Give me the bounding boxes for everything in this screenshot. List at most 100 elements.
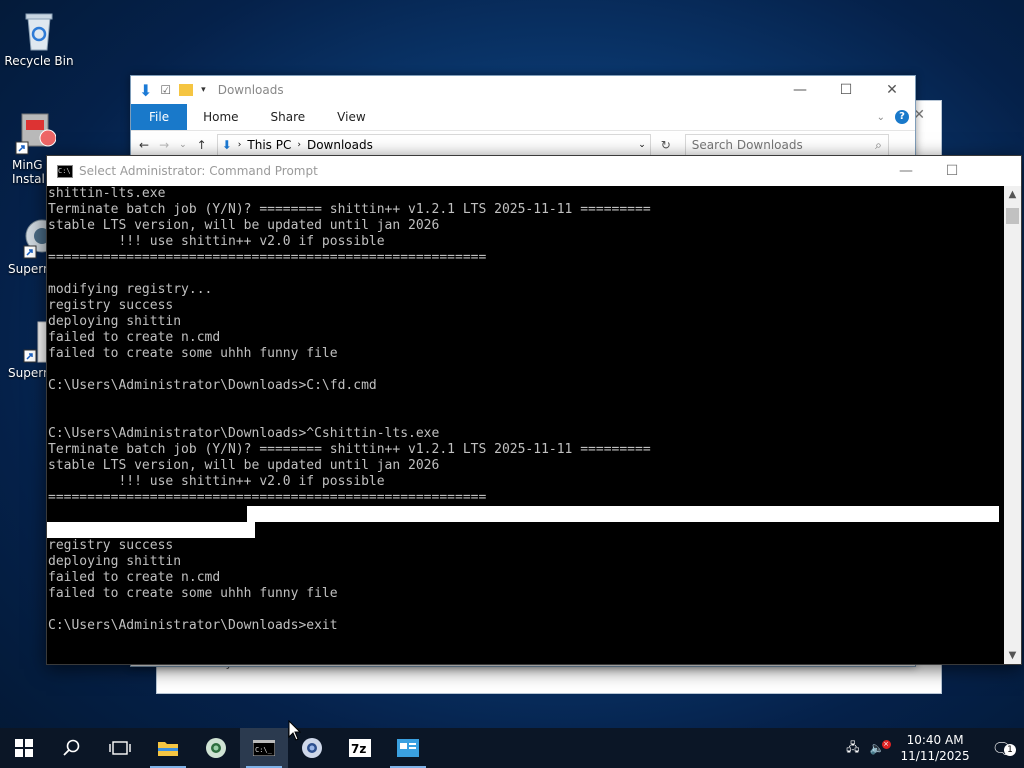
console-line: modifying registry... [48,282,213,297]
ribbon-tabs: File Home Share View ⌄ ? [131,104,915,131]
installer-icon [12,112,57,156]
notification-count: 1 [1004,743,1016,756]
app-icon [397,739,419,757]
cmd-window-title: Select Administrator: Command Prompt [79,164,318,178]
search-button[interactable] [48,728,96,768]
tab-view[interactable]: View [321,104,381,130]
address-bar[interactable]: ⬇ › This PC › Downloads ⌄ [216,134,651,156]
quick-access-dropdown-icon[interactable]: ▾ [201,85,206,95]
expand-ribbon-icon[interactable]: ⌄ [877,112,885,123]
console-line: C:\Users\Administrator\Downloads>C:\fd.c… [48,378,377,393]
back-arrow-icon[interactable]: ← [139,138,149,152]
clock-date: 11/11/2025 [900,749,970,763]
start-button[interactable] [0,728,48,768]
maximize-button[interactable]: ☐ [929,157,975,185]
taskbar-browser[interactable] [192,728,240,768]
console-line: !!! use shittin++ v2.0 if possible [48,474,385,489]
maximize-button[interactable]: ☐ [823,76,869,104]
task-view-icon [109,741,131,755]
help-icon[interactable]: ? [895,110,909,124]
network-icon[interactable]: 🖧 [842,738,863,759]
desktop-icon-recycle-bin[interactable]: Recycle Bin [3,8,75,68]
breadcrumb-separator-icon[interactable]: › [238,140,242,150]
taskbar-7zip[interactable]: 7z [336,728,384,768]
clock[interactable]: 10:40 AM 11/11/2025 [891,732,980,764]
scroll-down-icon[interactable]: ▼ [1004,647,1021,664]
console-line: C:\Users\Administrator\Downloads>^Cshitt… [48,426,440,441]
task-view-button[interactable] [96,728,144,768]
notification-icon[interactable]: 🗨 1 [980,739,1024,758]
tab-home[interactable]: Home [187,104,254,130]
forward-arrow-icon[interactable]: → [159,138,169,152]
console-line: failed to create some uhhh funny file [48,586,338,601]
selection-highlight [47,522,255,538]
breadcrumb-downloads[interactable]: Downloads [307,138,373,152]
svg-text:C:\_: C:\_ [255,746,273,754]
selection-highlight [247,506,999,522]
scroll-up-icon[interactable]: ▲ [1004,186,1021,203]
minimize-button[interactable]: — [777,76,823,104]
taskbar-app[interactable] [384,728,432,768]
address-dropdown-icon[interactable]: ⌄ [638,140,646,150]
file-explorer-icon [158,742,178,756]
console-line: deploying shittin [48,314,182,329]
download-arrow-icon: ⬇ [139,80,153,100]
console-output[interactable]: shittin-lts.exe Terminate batch job (Y/N)… [47,186,1003,664]
window-title: Downloads [217,83,284,97]
console-line: failed to create n.cmd [48,330,221,345]
search-icon: ⌕ [875,137,882,152]
console-line: stable LTS version, will be updated unti… [48,218,440,233]
console-line: shittin-lts.exe [48,186,166,201]
breadcrumb-this-pc[interactable]: This PC [247,138,291,152]
svg-text:7z: 7z [351,742,366,756]
vertical-scrollbar[interactable]: ▲ ▼ [1004,186,1021,664]
minimize-button[interactable]: — [883,157,929,185]
console-line: ========================================… [48,490,487,505]
console-line: registry success [48,298,174,313]
close-button[interactable]: ✕ [869,76,915,104]
cmd-title-bar[interactable]: C:\ Select Administrator: Command Prompt… [47,156,1021,186]
search-placeholder: Search Downloads [691,138,803,152]
console-line: ========================================… [48,250,487,265]
breadcrumb-separator-icon[interactable]: › [297,140,301,150]
folder-icon [179,84,194,96]
recent-dropdown-icon[interactable]: ⌄ [179,140,187,150]
taskbar: C:\_ 7z 🖧 🔈 × 10:40 AM 11/11/2025 🗨 1 [0,728,1024,768]
clock-time: 10:40 AM [906,733,964,747]
search-input[interactable]: Search Downloads ⌕ [684,134,889,156]
console-line: Terminate batch job (Y/N)? ======== shit… [48,202,651,217]
console-line: deploying shittin [48,554,182,569]
taskbar-file-explorer[interactable] [144,728,192,768]
properties-icon[interactable]: ☑ [160,83,171,97]
volume-muted-icon[interactable]: 🔈 × [864,740,891,755]
up-arrow-icon[interactable]: ↑ [197,138,207,152]
cmd-window-icon: C:\ [57,164,73,178]
tab-file[interactable]: File [131,104,188,130]
console-line: failed to create n.cmd [48,570,221,585]
tab-share[interactable]: Share [255,104,322,130]
system-tray: 🖧 🔈 × 10:40 AM 11/11/2025 🗨 1 [842,728,1024,768]
command-prompt-icon: C:\_ [253,740,275,756]
start-icon [15,739,33,757]
taskbar-command-prompt[interactable]: C:\_ [240,728,288,768]
console-line: failed to create some uhhh funny file [48,346,338,361]
console-line: Terminate batch job (Y/N)? ======== shit… [48,442,651,457]
mouse-cursor-icon [288,720,302,741]
refresh-icon[interactable]: ↻ [661,138,671,152]
desktop-icon-label: Recycle Bin [4,54,74,68]
close-button[interactable]: ✕ [975,157,1021,185]
download-location-icon: ⬇ [221,138,232,152]
command-prompt-window[interactable]: C:\ Select Administrator: Command Prompt… [46,155,1022,665]
console-line: registry success [48,538,174,553]
console-line: C:\Users\Administrator\Downloads>exit [48,618,338,633]
explorer-title-bar[interactable]: ⬇ ☑ ▾ Downloads — ☐ ✕ [131,76,915,104]
console-line: !!! use shittin++ v2.0 if possible [48,234,385,249]
scrollbar-thumb[interactable] [1006,208,1019,224]
recycle-bin-icon [19,8,59,52]
